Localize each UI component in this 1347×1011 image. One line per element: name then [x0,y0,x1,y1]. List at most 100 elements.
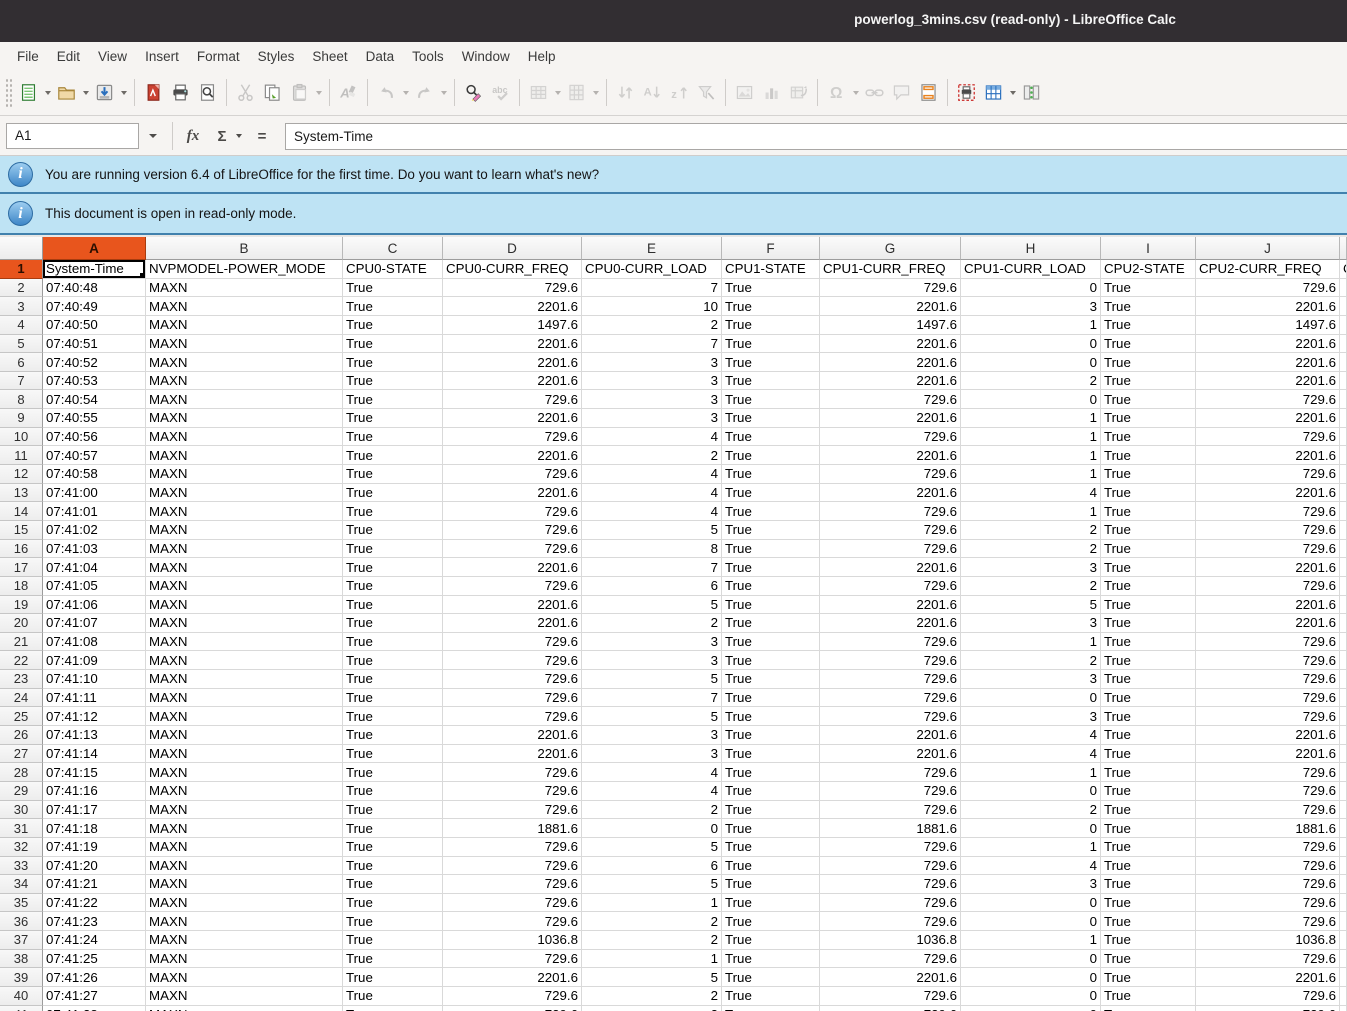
row-header-16[interactable]: 16 [0,540,43,559]
cell-J38[interactable]: 729.6 [1196,950,1340,969]
cell-A29[interactable]: 07:41:16 [43,782,146,801]
cell-C36[interactable]: True [343,912,443,931]
cell-E31[interactable]: 0 [582,819,722,838]
cell-H12[interactable]: 1 [961,465,1101,484]
cell-E28[interactable]: 4 [582,763,722,782]
row-header-32[interactable]: 32 [0,838,43,857]
save-button[interactable] [91,76,118,110]
cell-E36[interactable]: 2 [582,912,722,931]
cell-A38[interactable]: 07:41:25 [43,950,146,969]
cell-I17[interactable]: True [1101,558,1196,577]
cell-I11[interactable]: True [1101,446,1196,465]
save-dropdown-icon[interactable] [118,76,129,110]
row-header-35[interactable]: 35 [0,894,43,913]
row-header-25[interactable]: 25 [0,707,43,726]
cell-E34[interactable]: 5 [582,875,722,894]
cell-E37[interactable]: 2 [582,931,722,950]
cell-A17[interactable]: 07:41:04 [43,558,146,577]
cell-E40[interactable]: 2 [582,987,722,1006]
cell-G10[interactable]: 729.6 [820,428,961,447]
cell-F3[interactable]: True [722,297,820,316]
cell-B27[interactable]: MAXN [146,745,343,764]
cell-B20[interactable]: MAXN [146,614,343,633]
row-header-2[interactable]: 2 [0,279,43,298]
row-header-29[interactable]: 29 [0,782,43,801]
cell-H27[interactable]: 4 [961,745,1101,764]
row-header-40[interactable]: 40 [0,987,43,1006]
cell-G15[interactable]: 729.6 [820,521,961,540]
cell-J11[interactable]: 2201.6 [1196,446,1340,465]
cell-C6[interactable]: True [343,353,443,372]
cell-F22[interactable]: True [722,651,820,670]
cell-B31[interactable]: MAXN [146,819,343,838]
cell-E32[interactable]: 5 [582,838,722,857]
cell-G8[interactable]: 729.6 [820,390,961,409]
cell-D26[interactable]: 2201.6 [443,726,582,745]
cell-F12[interactable]: True [722,465,820,484]
cell-C22[interactable]: True [343,651,443,670]
row-header-10[interactable]: 10 [0,428,43,447]
menu-view[interactable]: View [89,45,136,68]
cell-K11[interactable] [1340,446,1347,465]
cell-G36[interactable]: 729.6 [820,912,961,931]
cell-K20[interactable] [1340,614,1347,633]
cell-E13[interactable]: 4 [582,484,722,503]
cell-H37[interactable]: 1 [961,931,1101,950]
cell-E17[interactable]: 7 [582,558,722,577]
cell-K29[interactable] [1340,782,1347,801]
cell-G22[interactable]: 729.6 [820,651,961,670]
cell-G13[interactable]: 2201.6 [820,484,961,503]
cell-D12[interactable]: 729.6 [443,465,582,484]
cell-C41[interactable]: True [343,1006,443,1011]
cell-B12[interactable]: MAXN [146,465,343,484]
cell-I8[interactable]: True [1101,390,1196,409]
cell-E9[interactable]: 3 [582,409,722,428]
cell-B9[interactable]: MAXN [146,409,343,428]
cell-D4[interactable]: 1497.6 [443,316,582,335]
cell-E39[interactable]: 5 [582,968,722,987]
column-header-D[interactable]: D [443,237,582,260]
cell-H38[interactable]: 0 [961,950,1101,969]
cell-I6[interactable]: True [1101,353,1196,372]
cell-G37[interactable]: 1036.8 [820,931,961,950]
cell-C11[interactable]: True [343,446,443,465]
cell-A20[interactable]: 07:41:07 [43,614,146,633]
cell-H17[interactable]: 3 [961,558,1101,577]
cell-B2[interactable]: MAXN [146,279,343,298]
cell-G3[interactable]: 2201.6 [820,297,961,316]
cell-A26[interactable]: 07:41:13 [43,726,146,745]
cell-E22[interactable]: 3 [582,651,722,670]
cell-K19[interactable] [1340,596,1347,615]
cell-G29[interactable]: 729.6 [820,782,961,801]
cell-C17[interactable]: True [343,558,443,577]
cell-D38[interactable]: 729.6 [443,950,582,969]
cell-A40[interactable]: 07:41:27 [43,987,146,1006]
cell-F40[interactable]: True [722,987,820,1006]
cell-D25[interactable]: 729.6 [443,707,582,726]
cell-K7[interactable] [1340,372,1347,391]
row-header-7[interactable]: 7 [0,372,43,391]
toolbar-grip-handle[interactable] [5,78,12,108]
menu-window[interactable]: Window [453,45,519,68]
cell-F18[interactable]: True [722,577,820,596]
cell-C5[interactable]: True [343,335,443,354]
cell-J6[interactable]: 2201.6 [1196,353,1340,372]
cell-C29[interactable]: True [343,782,443,801]
cell-G27[interactable]: 2201.6 [820,745,961,764]
cell-F28[interactable]: True [722,763,820,782]
cell-K40[interactable] [1340,987,1347,1006]
cell-G26[interactable]: 2201.6 [820,726,961,745]
row-header-27[interactable]: 27 [0,745,43,764]
cell-E19[interactable]: 5 [582,596,722,615]
cell-G5[interactable]: 2201.6 [820,335,961,354]
cell-G33[interactable]: 729.6 [820,857,961,876]
cell-G19[interactable]: 2201.6 [820,596,961,615]
menu-format[interactable]: Format [188,45,249,68]
cell-F13[interactable]: True [722,484,820,503]
cell-I14[interactable]: True [1101,502,1196,521]
row-header-14[interactable]: 14 [0,502,43,521]
cell-K35[interactable] [1340,894,1347,913]
formula-input[interactable]: System-Time [285,123,1347,150]
cell-H7[interactable]: 2 [961,372,1101,391]
cell-G23[interactable]: 729.6 [820,670,961,689]
